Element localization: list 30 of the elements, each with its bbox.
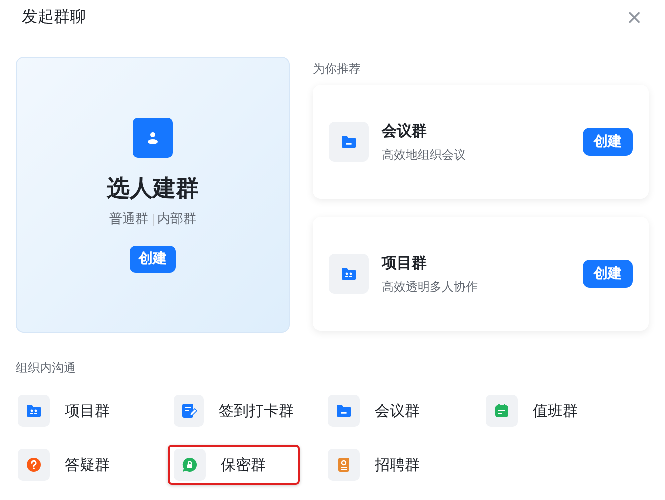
group-type-item[interactable]: 会议群: [322, 391, 454, 431]
card-title: 项目群: [382, 253, 428, 274]
group-type-item[interactable]: 签到打卡群: [168, 391, 300, 431]
card-subtitle: 高效地组织会议: [382, 146, 467, 164]
section-heading: 组织内沟通: [16, 360, 77, 377]
section-heading: 为你推荐: [313, 61, 362, 78]
group-type-item[interactable]: 答疑群: [12, 445, 144, 485]
create-button[interactable]: 创建: [130, 246, 176, 272]
folder-people-icon: [341, 267, 357, 281]
folder-icon: [341, 135, 357, 149]
folder-icon: [336, 404, 352, 418]
edit-document-icon: [181, 403, 197, 419]
card-subtitle: 高效透明多人协作: [382, 278, 479, 296]
create-button[interactable]: 创建: [583, 128, 633, 156]
group-type-item[interactable]: 保密群: [168, 445, 300, 485]
id-badge-icon: [336, 457, 352, 473]
chat-lock-icon: [182, 457, 198, 473]
calendar-icon: [494, 403, 510, 419]
folder-people-icon: [26, 404, 42, 418]
group-type-label: 普通群: [110, 210, 148, 229]
create-button[interactable]: 创建: [583, 260, 633, 288]
group-type-item[interactable]: 招聘群: [322, 445, 454, 485]
person-icon: [133, 118, 173, 158]
group-type-item[interactable]: 值班群: [480, 391, 612, 431]
group-type-label: 内部群: [158, 211, 196, 229]
question-icon: [26, 457, 42, 473]
card-title: 选人建群: [107, 175, 199, 204]
dialog-title: 发起群聊: [22, 6, 86, 28]
group-type-item[interactable]: 项目群: [12, 391, 144, 431]
card-title: 会议群: [382, 121, 428, 142]
